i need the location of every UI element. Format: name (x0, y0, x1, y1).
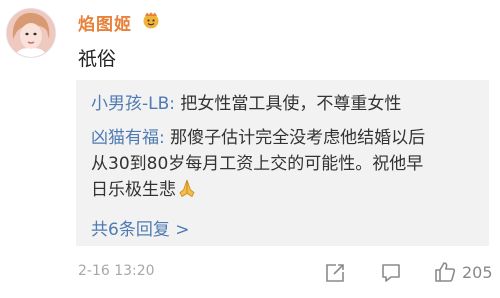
comment-text: 祇俗 (78, 48, 117, 70)
reply-text: 把女性當工具使，不尊重女性 (175, 94, 402, 114)
more-replies-link[interactable]: 共6条回复 > (91, 215, 189, 240)
reply-author[interactable]: 小男孩-LB: (91, 94, 175, 114)
like-count: 205 (462, 263, 493, 282)
replies-panel[interactable]: 小男孩-LB: 把女性當工具使，不尊重女性 凶猫有福: 那傻子估计完全没考虑他结… (76, 80, 489, 246)
reply-text: 日乐极生悲 (91, 180, 176, 200)
reply-item: 凶猫有福: 那傻子估计完全没考虑他结婚以后 (91, 126, 425, 150)
user-avatar[interactable] (6, 8, 56, 58)
timestamp: 2-16 13:20 (78, 263, 155, 279)
reply-text-line: 日乐极生悲 (91, 178, 197, 202)
reply-text: 那傻子估计完全没考虑他结婚以后 (164, 128, 426, 148)
username[interactable]: 焰图姬 (78, 10, 132, 35)
comment-card: 焰图姬 祇俗 小男孩-LB: 把女性當工具使，不尊重女性 凶猫有福: 那傻子估计… (0, 0, 500, 298)
comment-icon[interactable] (380, 262, 402, 284)
crown-face-emoji-icon (143, 12, 159, 29)
share-icon[interactable] (324, 262, 346, 284)
avatar-photo-icon (7, 9, 55, 57)
praying-hands-emoji-icon (179, 179, 195, 198)
thumbs-up-icon[interactable] (433, 260, 457, 284)
reply-text-line: 从30到80岁每月工资上交的可能性。祝他早 (91, 154, 424, 174)
reply-item: 小男孩-LB: 把女性當工具使，不尊重女性 (91, 92, 401, 116)
reply-author[interactable]: 凶猫有福: (91, 128, 165, 148)
